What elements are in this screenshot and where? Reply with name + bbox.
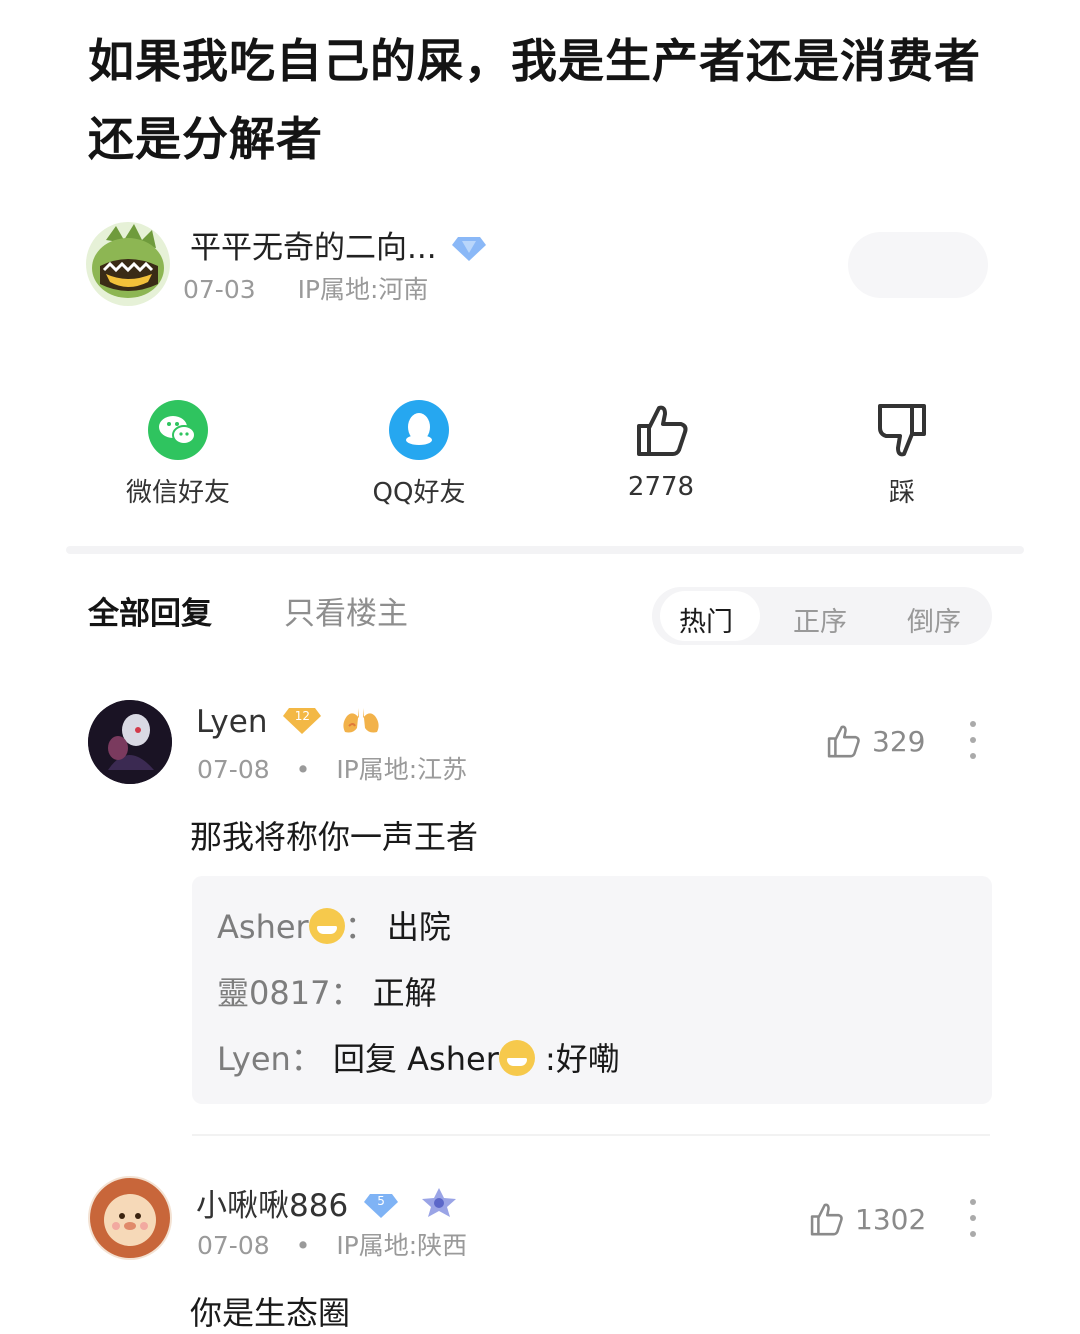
- author-name[interactable]: 平平无奇的二向...: [190, 222, 487, 267]
- comment-author-name: Lyen: [196, 704, 268, 740]
- more-options-icon[interactable]: [963, 720, 983, 760]
- thumbs-up-icon: [810, 1203, 843, 1236]
- qq-penguin-icon: [389, 400, 449, 460]
- sub-reply-text: 出院: [386, 908, 451, 946]
- wechat-icon: [148, 400, 208, 460]
- post-ip: IP属地:河南: [297, 275, 429, 304]
- sort-ascending[interactable]: 正序: [793, 600, 847, 639]
- grinning-emoji-icon: [308, 908, 345, 944]
- author-avatar[interactable]: [86, 222, 170, 306]
- sub-reply[interactable]: Asher ： 出院: [217, 902, 451, 948]
- sub-reply-author: Asher: [217, 908, 309, 946]
- comment-author[interactable]: Lyen 12: [196, 704, 381, 740]
- anime-character-avatar-icon: [88, 700, 172, 784]
- commenter-avatar[interactable]: [88, 700, 172, 784]
- like-count: 2778: [627, 472, 695, 502]
- gold-diamond-level-icon: 12: [283, 704, 322, 734]
- post-meta: 07-03 IP属地:河南: [183, 270, 428, 306]
- comment-separator: [192, 1134, 990, 1136]
- qq-label: QQ好友: [372, 478, 466, 508]
- sub-reply-colon: ：: [290, 1040, 323, 1078]
- post-date: 07-03: [183, 275, 256, 304]
- commenter-avatar[interactable]: [88, 1176, 172, 1260]
- wechat-label: 微信好友: [125, 478, 230, 508]
- comment-author-name: 小啾啾886: [196, 1188, 349, 1224]
- sub-reply-author: 靈0817: [217, 974, 331, 1012]
- tab-owner-only[interactable]: 只看楼主: [284, 588, 408, 633]
- comment-like-button[interactable]: 1302: [807, 1200, 926, 1238]
- dislike-button[interactable]: 踩: [822, 400, 982, 509]
- section-divider: [66, 546, 1024, 554]
- comment-ip: IP属地:江苏: [336, 755, 468, 784]
- author-name-text: 平平无奇的二向...: [190, 230, 437, 266]
- share-qq-button[interactable]: QQ好友: [339, 400, 499, 509]
- sub-reply-author: Lyen: [217, 1040, 291, 1078]
- comment-date: 07-08: [197, 1231, 270, 1260]
- comment-text: 你是生态圈: [190, 1294, 351, 1332]
- lion-avatar-icon: [90, 1178, 170, 1258]
- sub-reply-prefix: 回复 Asher: [332, 1040, 499, 1078]
- like-button[interactable]: 2778: [581, 400, 741, 502]
- comment-like-button[interactable]: 329: [824, 722, 925, 760]
- comment-like-count: 1302: [855, 1202, 927, 1236]
- meta-dot: •: [295, 1231, 311, 1260]
- sub-reply-text: 正解: [372, 974, 437, 1012]
- comment-like-count: 329: [872, 724, 926, 758]
- sub-reply-text: :好嘞: [545, 1040, 620, 1078]
- post-title: 如果我吃自己的屎，我是生产者还是消费者还是分解者: [88, 34, 981, 166]
- lungs-badge-icon: [343, 708, 379, 733]
- follow-button[interactable]: [848, 232, 988, 298]
- meta-dot: •: [295, 755, 311, 784]
- sort-hot[interactable]: 热门: [679, 600, 733, 639]
- comment-ip: IP属地:陕西: [336, 1231, 468, 1260]
- grinning-emoji-icon: [498, 1040, 535, 1076]
- comment-meta: 07-08 • IP属地:江苏: [197, 750, 467, 786]
- comment-meta: 07-08 • IP属地:陕西: [197, 1226, 467, 1262]
- thumbs-up-icon: [827, 725, 860, 758]
- share-wechat-button[interactable]: 微信好友: [98, 400, 258, 509]
- dislike-label: 踩: [888, 478, 915, 508]
- more-options-icon[interactable]: [963, 1198, 983, 1238]
- thumbs-down-icon: [878, 404, 926, 457]
- star-badge-icon: [421, 1188, 456, 1217]
- sub-reply[interactable]: Lyen： 回复 Asher :好嘞: [217, 1034, 620, 1080]
- sub-reply-colon: ：: [330, 974, 363, 1012]
- dinosaur-avatar-icon: [92, 224, 164, 298]
- blue-diamond-level-icon: 5: [364, 1190, 399, 1218]
- comment-author[interactable]: 小啾啾886 5: [196, 1180, 458, 1225]
- comment-text: 那我将称你一声王者: [190, 818, 479, 856]
- sub-reply[interactable]: 靈0817： 正解: [217, 968, 437, 1014]
- comment-date: 07-08: [197, 755, 270, 784]
- thumbs-up-icon: [637, 405, 688, 456]
- sub-reply-colon: ：: [344, 908, 377, 946]
- diamond-level-icon: [452, 237, 487, 261]
- sort-descending[interactable]: 倒序: [907, 600, 961, 639]
- tab-all-replies[interactable]: 全部回复: [88, 588, 212, 633]
